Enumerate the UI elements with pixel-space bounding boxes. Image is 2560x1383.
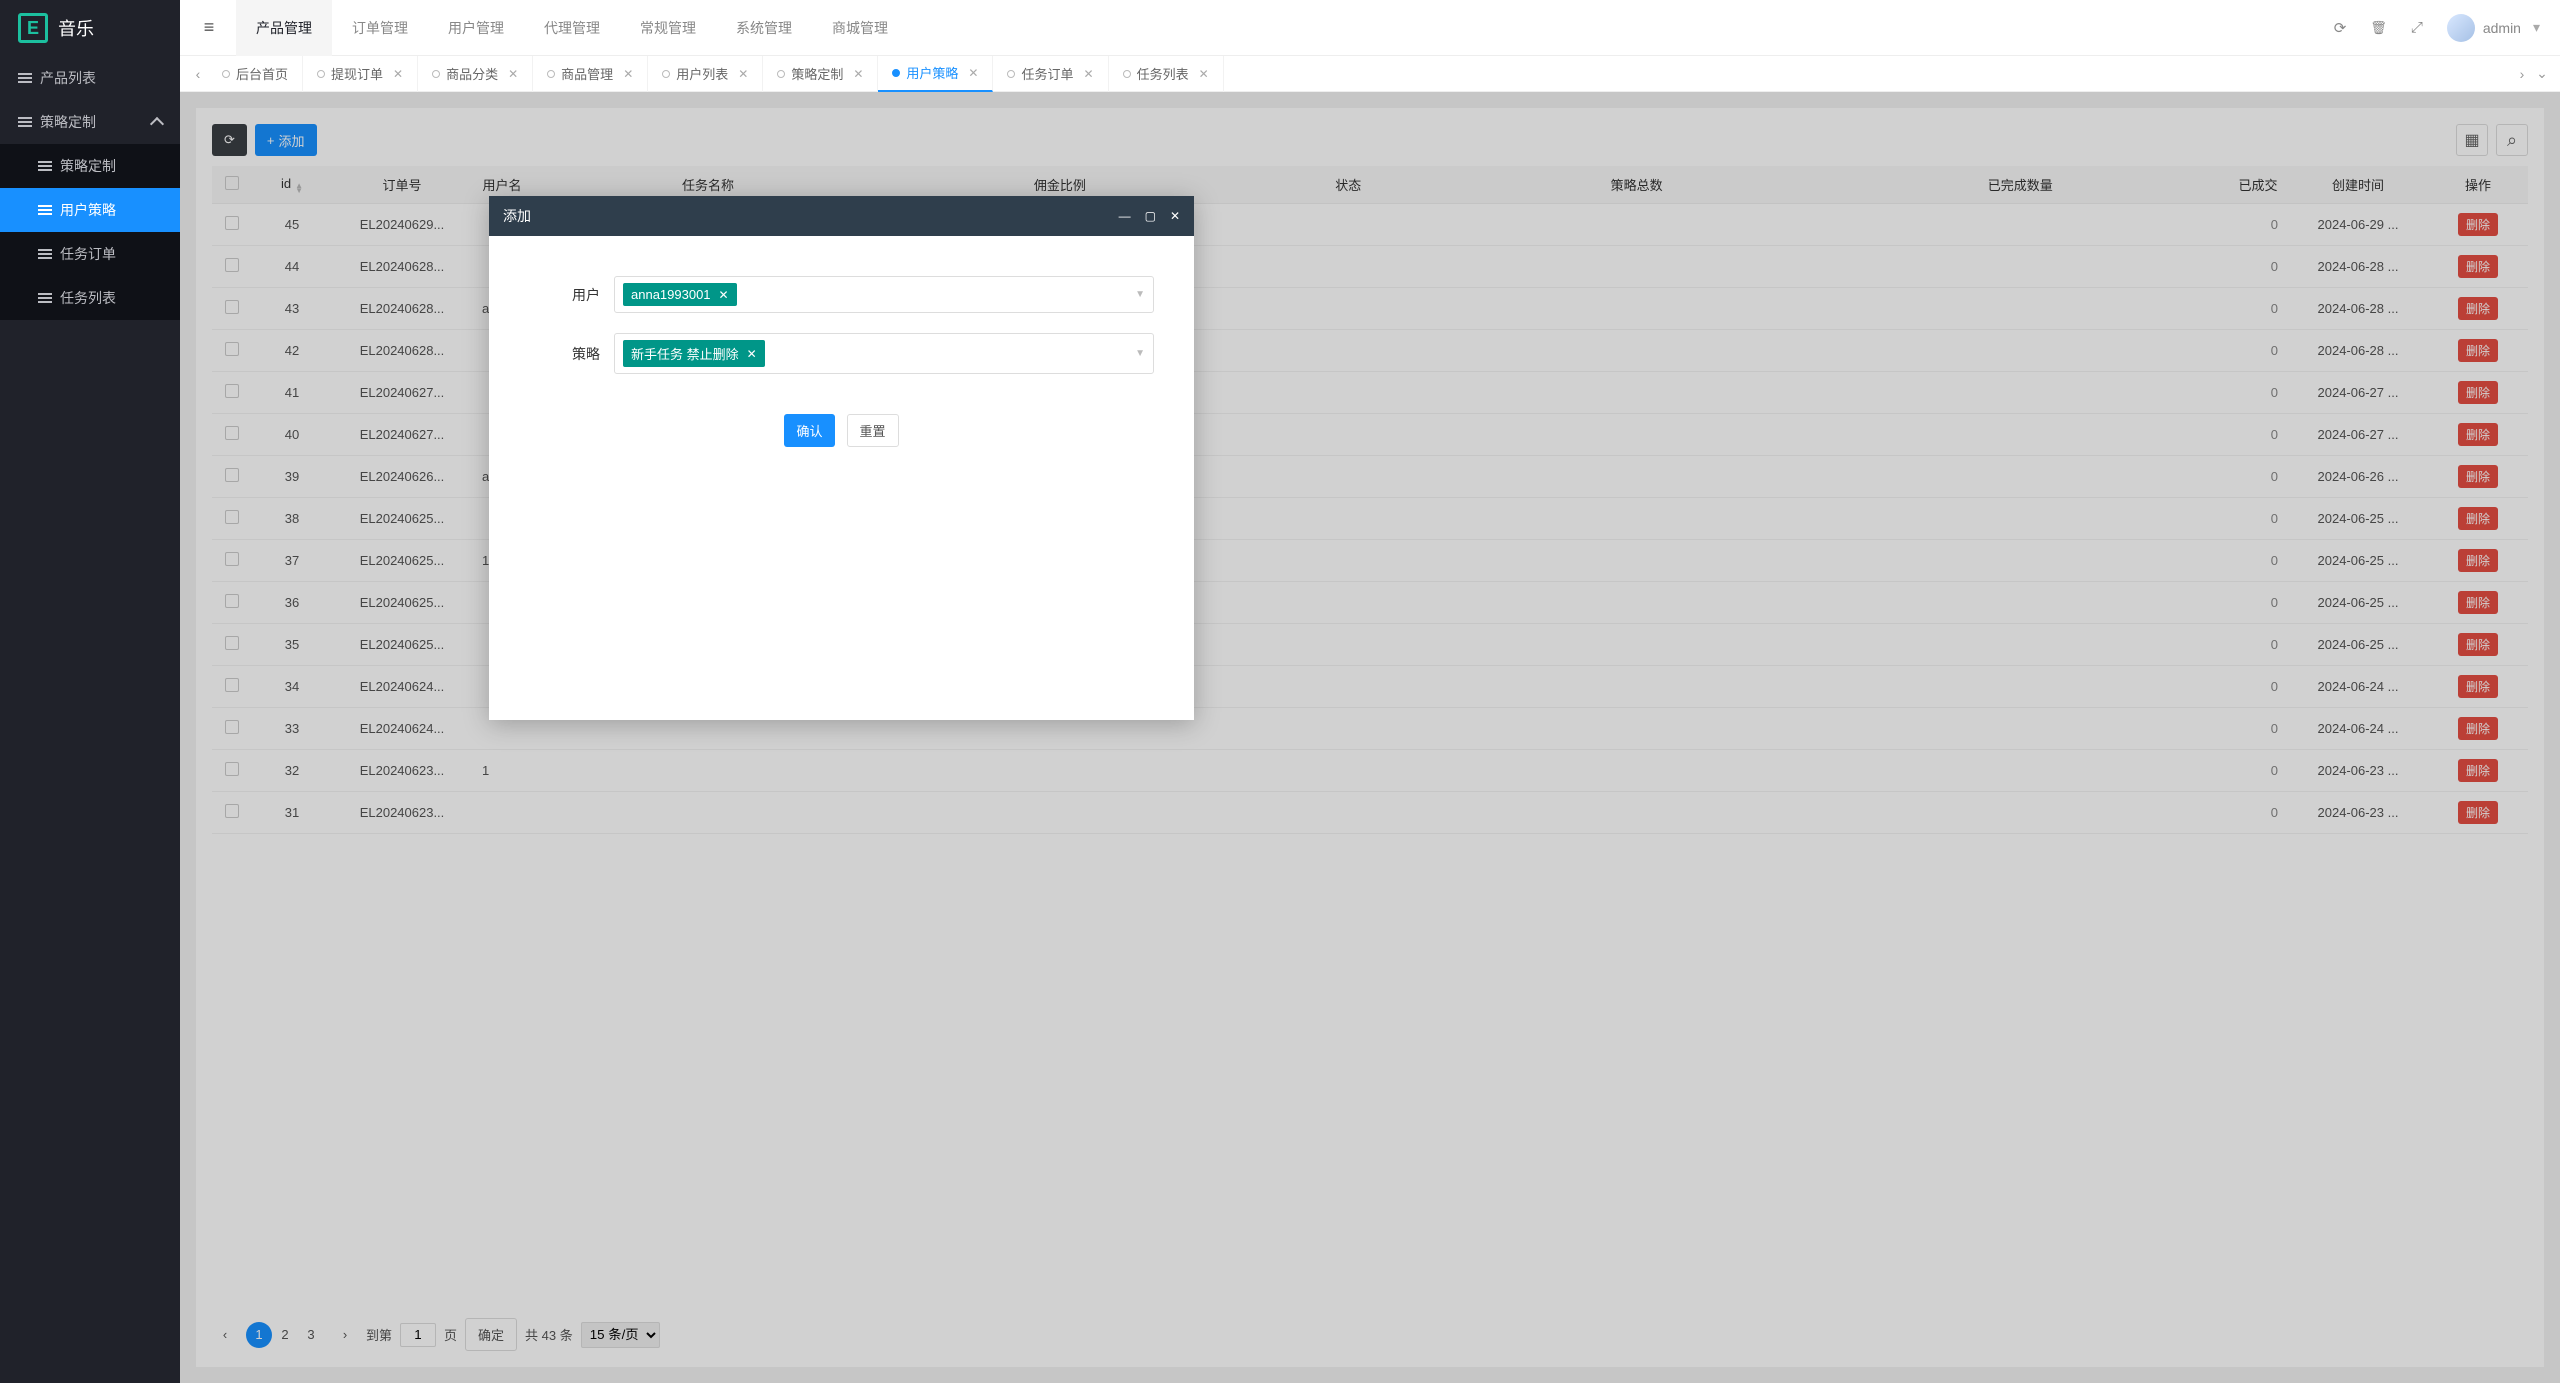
avatar bbox=[2447, 14, 2475, 42]
tab-dot-icon bbox=[662, 70, 670, 78]
tab[interactable]: 用户列表 ✕ bbox=[648, 56, 763, 92]
tabs-scroll-right[interactable]: › bbox=[2512, 66, 2532, 82]
strategy-select[interactable]: 新手任务 禁止删除 ✕ ▼ bbox=[614, 333, 1154, 374]
modal-title: 添加 bbox=[503, 206, 531, 226]
tab-label: 用户列表 bbox=[676, 64, 728, 83]
list-icon bbox=[38, 161, 52, 171]
list-icon bbox=[38, 293, 52, 303]
tab[interactable]: 商品分类 ✕ bbox=[418, 56, 533, 92]
tab-dot-icon bbox=[1123, 70, 1131, 78]
sidebar-sub-strategy[interactable]: 策略定制 bbox=[0, 144, 180, 188]
tab-close-icon[interactable]: ✕ bbox=[623, 67, 633, 81]
user-select[interactable]: anna1993001 ✕ ▼ bbox=[614, 276, 1154, 313]
list-icon bbox=[38, 205, 52, 215]
tab-dot-icon bbox=[547, 70, 555, 78]
maximize-icon[interactable]: ▢ bbox=[1145, 209, 1156, 223]
sidebar: E 音乐 产品列表 策略定制 策略定制 bbox=[0, 0, 180, 1383]
tab[interactable]: 用户策略 ✕ bbox=[878, 56, 993, 92]
tab-label: 后台首页 bbox=[236, 64, 288, 83]
username-text: admin bbox=[2483, 20, 2521, 36]
top-menu-item[interactable]: 商城管理 bbox=[812, 0, 908, 56]
tab-label: 任务订单 bbox=[1021, 64, 1073, 83]
top-menu-item[interactable]: 订单管理 bbox=[332, 0, 428, 56]
sidebar-label: 策略定制 bbox=[60, 156, 116, 176]
tab-label: 任务列表 bbox=[1137, 64, 1189, 83]
tab[interactable]: 商品管理 ✕ bbox=[533, 56, 648, 92]
close-icon[interactable]: ✕ bbox=[1170, 209, 1180, 223]
tabbar: ‹ 后台首页提现订单✕商品分类✕商品管理✕用户列表✕策略定制✕用户策略✕任务订单… bbox=[180, 56, 2560, 92]
list-icon bbox=[18, 73, 32, 83]
user-field-label: 用户 bbox=[529, 285, 614, 305]
tab-dot-icon bbox=[222, 70, 230, 78]
list-icon bbox=[38, 249, 52, 259]
top-menu-item[interactable]: 用户管理 bbox=[428, 0, 524, 56]
sidebar-label: 策略定制 bbox=[40, 112, 96, 132]
tab-label: 商品分类 bbox=[446, 64, 498, 83]
user-tag: anna1993001 ✕ bbox=[623, 283, 737, 306]
tab-dot-icon bbox=[892, 69, 900, 77]
top-menu-item[interactable]: 产品管理 bbox=[236, 0, 332, 56]
tab-close-icon[interactable]: ✕ bbox=[1084, 67, 1094, 81]
tabs-scroll-left[interactable]: ‹ bbox=[188, 66, 208, 82]
sidebar-sub-task-list[interactable]: 任务列表 bbox=[0, 276, 180, 320]
top-menu-item[interactable]: 代理管理 bbox=[524, 0, 620, 56]
tab-close-icon[interactable]: ✕ bbox=[853, 67, 863, 81]
sidebar-label: 产品列表 bbox=[40, 68, 96, 88]
strategy-field-label: 策略 bbox=[529, 344, 614, 364]
remove-tag-icon[interactable]: ✕ bbox=[747, 347, 757, 361]
tab-close-icon[interactable]: ✕ bbox=[508, 67, 518, 81]
top-menu-item[interactable]: 系统管理 bbox=[716, 0, 812, 56]
tab[interactable]: 后台首页 bbox=[208, 56, 303, 92]
tab-label: 用户策略 bbox=[906, 63, 958, 82]
collapse-sidebar-button[interactable] bbox=[180, 0, 236, 56]
confirm-button[interactable]: 确认 bbox=[784, 414, 834, 447]
tab-dot-icon bbox=[432, 70, 440, 78]
sidebar-item-product-list[interactable]: 产品列表 bbox=[0, 56, 180, 100]
tab-label: 商品管理 bbox=[561, 64, 613, 83]
tab-close-icon[interactable]: ✕ bbox=[1199, 67, 1209, 81]
reset-button[interactable]: 重置 bbox=[847, 414, 899, 447]
user-tag-text: anna1993001 bbox=[631, 287, 711, 302]
add-modal: 添加 — ▢ ✕ 用户 anna1993001 ✕ ▼ 策略 bbox=[489, 196, 1194, 720]
chevron-up-icon bbox=[150, 117, 164, 131]
tab-close-icon[interactable]: ✕ bbox=[738, 67, 748, 81]
fullscreen-icon[interactable] bbox=[2411, 19, 2423, 36]
tabs-menu[interactable]: ⌄ bbox=[2532, 65, 2552, 82]
sidebar-label: 任务列表 bbox=[60, 288, 116, 308]
strategy-tag-text: 新手任务 禁止删除 bbox=[631, 344, 739, 363]
top-menu-item[interactable]: 常规管理 bbox=[620, 0, 716, 56]
list-icon bbox=[18, 117, 32, 127]
clear-cache-icon[interactable] bbox=[2370, 19, 2387, 36]
remove-tag-icon[interactable]: ✕ bbox=[719, 288, 729, 302]
tab-label: 策略定制 bbox=[791, 64, 843, 83]
topbar: 产品管理订单管理用户管理代理管理常规管理系统管理商城管理 admin bbox=[180, 0, 2560, 56]
dropdown-caret-icon: ▼ bbox=[1135, 348, 1145, 359]
sidebar-item-strategy[interactable]: 策略定制 bbox=[0, 100, 180, 144]
sidebar-label: 用户策略 bbox=[60, 200, 116, 220]
sidebar-label: 任务订单 bbox=[60, 244, 116, 264]
sidebar-sub-task-order[interactable]: 任务订单 bbox=[0, 232, 180, 276]
tab[interactable]: 提现订单 ✕ bbox=[303, 56, 418, 92]
tab-label: 提现订单 bbox=[331, 64, 383, 83]
tab[interactable]: 策略定制 ✕ bbox=[763, 56, 878, 92]
tab-dot-icon bbox=[777, 70, 785, 78]
strategy-tag: 新手任务 禁止删除 ✕ bbox=[623, 340, 765, 367]
tab-dot-icon bbox=[317, 70, 325, 78]
brand-text: 音乐 bbox=[58, 15, 94, 41]
dropdown-caret-icon: ▼ bbox=[1135, 289, 1145, 300]
tab-close-icon[interactable]: ✕ bbox=[968, 66, 978, 80]
tab[interactable]: 任务订单 ✕ bbox=[993, 56, 1108, 92]
caret-down-icon bbox=[2529, 19, 2540, 36]
user-menu[interactable]: admin bbox=[2447, 14, 2540, 42]
tab-dot-icon bbox=[1007, 70, 1015, 78]
logo-icon: E bbox=[18, 13, 48, 43]
tab-close-icon[interactable]: ✕ bbox=[393, 67, 403, 81]
minimize-icon[interactable]: — bbox=[1119, 209, 1131, 223]
refresh-icon[interactable] bbox=[2334, 19, 2347, 37]
sidebar-sub-user-strategy[interactable]: 用户策略 bbox=[0, 188, 180, 232]
tab[interactable]: 任务列表 ✕ bbox=[1109, 56, 1224, 92]
logo: E 音乐 bbox=[0, 0, 180, 56]
